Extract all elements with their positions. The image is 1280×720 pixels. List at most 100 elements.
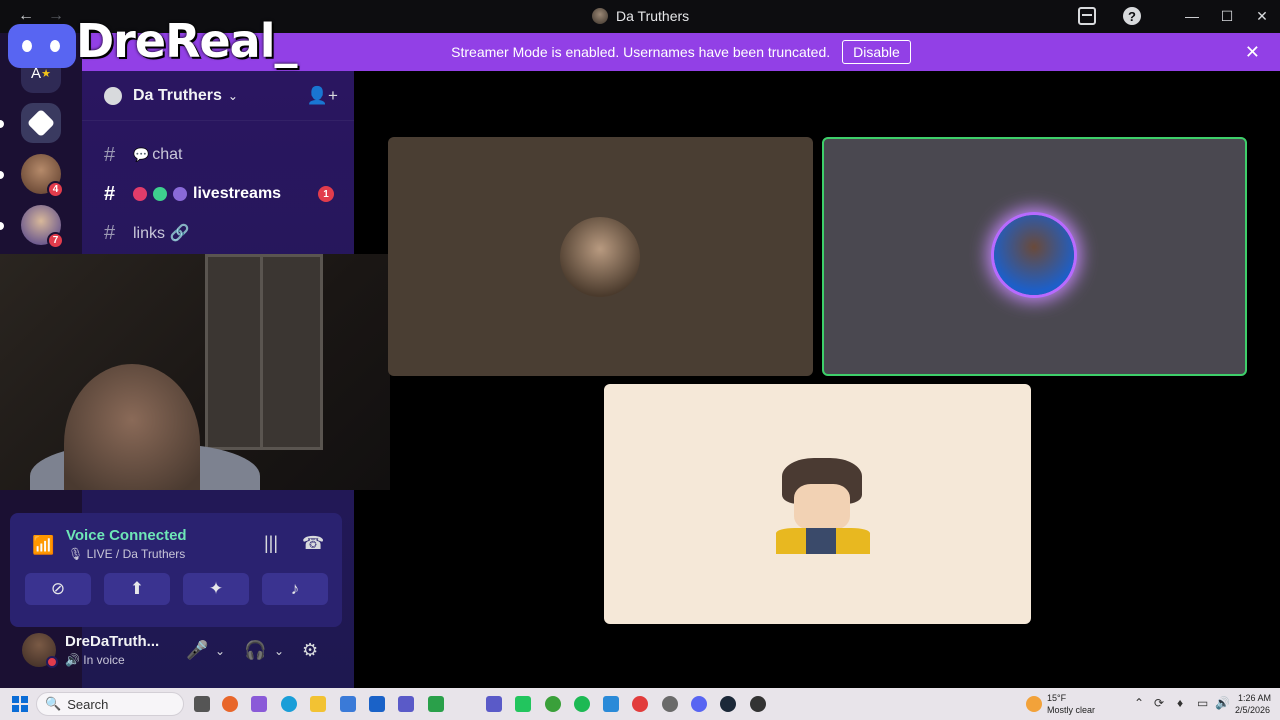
dnd-status-icon <box>46 656 58 668</box>
xbox-icon[interactable] <box>545 696 561 712</box>
network-icon[interactable]: ▭ <box>1197 696 1208 710</box>
edge-icon[interactable] <box>281 696 297 712</box>
channel-chat[interactable]: # 💬 chat <box>104 139 182 171</box>
firefox-icon[interactable] <box>222 696 238 712</box>
server-icon-dice[interactable] <box>21 103 61 143</box>
activities-button[interactable]: ✦ <box>183 573 249 605</box>
speech-bubble-icon: 💬 <box>133 147 150 162</box>
user-settings-gear-icon[interactable]: ⚙ <box>302 640 318 661</box>
mention-badge: 7 <box>47 232 64 249</box>
banner-close-icon[interactable]: ✕ <box>1245 42 1260 63</box>
forward-arrow-icon[interactable]: → <box>48 7 64 25</box>
screen-share-icon: ⬆ <box>129 579 145 598</box>
weather-temperature[interactable]: 15°F <box>1047 693 1066 703</box>
unread-badge: 1 <box>318 186 334 202</box>
app-icon[interactable] <box>428 696 444 712</box>
video-tile-1[interactable] <box>388 137 813 376</box>
participant-avatar <box>560 217 640 297</box>
webcam-person <box>64 364 200 490</box>
photos-icon[interactable] <box>603 696 619 712</box>
server-gear-icon <box>104 86 122 105</box>
outlook-icon[interactable] <box>369 696 385 712</box>
file-explorer-icon[interactable] <box>310 696 326 712</box>
server-icon <box>592 8 608 24</box>
close-button[interactable]: ✕ <box>1253 8 1271 25</box>
server-icon-friend-1[interactable]: 4 <box>21 154 64 198</box>
task-view-icon[interactable] <box>194 696 210 712</box>
maximize-button[interactable]: ☐ <box>1218 8 1236 25</box>
mic-options-chevron-icon[interactable]: ⌄ <box>215 644 225 658</box>
video-tile-2-speaking[interactable] <box>822 137 1247 376</box>
channel-livestreams[interactable]: # livestreams <box>104 178 281 210</box>
weather-icon[interactable] <box>1026 696 1042 712</box>
channel-name: chat <box>152 146 183 163</box>
microphone-icon[interactable]: 🎤 <box>186 640 208 661</box>
user-status: 🔊 In voice <box>65 653 125 667</box>
soundboard-button[interactable]: ♪ <box>262 573 328 605</box>
rail-pill <box>0 171 4 179</box>
red-dot-icon <box>133 187 147 201</box>
voice-status[interactable]: Voice Connected <box>66 527 187 544</box>
channel-name: links 🔗 <box>133 225 190 242</box>
share-screen-button[interactable]: ⬆ <box>104 573 170 605</box>
channel-links[interactable]: # links 🔗 <box>104 217 189 249</box>
windows-start-icon[interactable] <box>12 696 28 712</box>
rail-pill <box>0 120 4 128</box>
nav-arrows: ← → <box>18 7 64 25</box>
voice-connected-panel: 📶 Voice Connected 🎙 LIVE / Da Truthers |… <box>10 513 342 627</box>
minimize-button[interactable]: — <box>1183 8 1201 24</box>
headphones-icon[interactable]: 🎧 <box>244 640 266 661</box>
signal-icon[interactable]: 📶 <box>32 535 54 556</box>
back-arrow-icon[interactable]: ← <box>18 7 34 25</box>
user-name[interactable]: DreDaTruth... <box>65 633 159 650</box>
search-icon: 🔍 <box>45 696 62 711</box>
volume-icon[interactable]: 🔊 <box>1215 696 1230 710</box>
disable-streamer-mode-button[interactable]: Disable <box>842 40 911 64</box>
steam-icon[interactable] <box>720 696 736 712</box>
app-icon[interactable] <box>486 696 502 712</box>
rail-pill <box>0 222 4 230</box>
clock-time[interactable]: 1:26 AM <box>1238 693 1271 703</box>
voice-location[interactable]: 🎙 LIVE / Da Truthers <box>68 547 185 561</box>
voice-status-icon: 🔊 <box>65 653 80 667</box>
disconnect-icon[interactable]: ☎ <box>302 533 324 554</box>
streamer-webcam-overlay <box>0 254 390 490</box>
video-tile-3[interactable] <box>604 384 1031 624</box>
green-dot-icon <box>153 187 167 201</box>
inbox-icon[interactable] <box>1078 7 1096 25</box>
activities-icon: ✦ <box>208 579 224 598</box>
tray-app-icon[interactable]: ⟳ <box>1154 696 1164 710</box>
banner-message: Streamer Mode is enabled. Usernames have… <box>451 44 831 60</box>
show-hidden-icons-chevron-icon[interactable]: ⌃ <box>1134 696 1144 710</box>
app-icon[interactable] <box>632 696 648 712</box>
channel-name: livestreams <box>193 185 282 202</box>
taskbar-search[interactable]: 🔍 Search <box>36 692 184 716</box>
teams-icon[interactable] <box>398 696 414 712</box>
discord-icon[interactable] <box>691 696 707 712</box>
window-title: Da Truthers <box>592 8 689 24</box>
star-icon: ★ <box>41 67 51 80</box>
hash-icon: # <box>104 143 116 166</box>
server-icon-friend-2[interactable]: 7 <box>21 205 64 249</box>
obs-icon[interactable] <box>750 696 766 712</box>
hash-icon: # <box>104 182 116 205</box>
weather-description[interactable]: Mostly clear <box>1047 705 1095 715</box>
spotify-icon[interactable] <box>574 696 590 712</box>
search-label: Search <box>67 696 109 712</box>
clock-date[interactable]: 2/5/2026 <box>1235 705 1270 715</box>
invite-people-icon[interactable]: 👤+ <box>307 86 338 106</box>
soundboard-icon: ♪ <box>290 579 300 598</box>
headphone-options-chevron-icon[interactable]: ⌄ <box>274 644 284 658</box>
help-icon[interactable]: ? <box>1123 7 1141 25</box>
noise-suppression-icon[interactable]: ||| <box>264 533 278 554</box>
camera-off-button[interactable]: ⊘ <box>25 573 91 605</box>
tray-app-icon[interactable]: ♦ <box>1177 696 1183 710</box>
app-icon[interactable] <box>662 696 678 712</box>
store-icon[interactable] <box>340 696 356 712</box>
chevron-down-icon: ⌄ <box>227 88 238 103</box>
streamer-name-overlay: DreReal_ <box>76 14 297 68</box>
avatar-face <box>794 484 850 530</box>
app-icon[interactable] <box>515 696 531 712</box>
user-status-text: In voice <box>83 653 125 667</box>
copilot-icon[interactable] <box>251 696 267 712</box>
